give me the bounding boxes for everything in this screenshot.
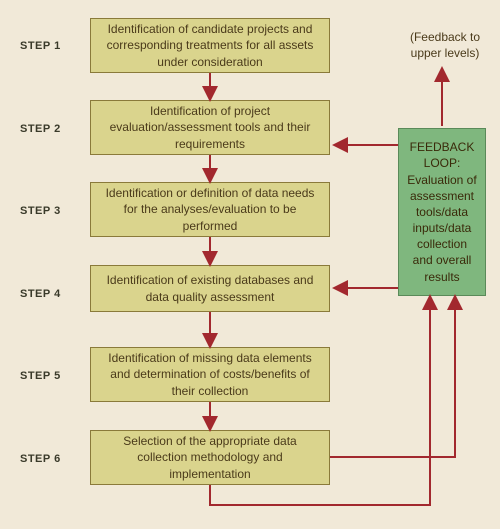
step-2-box: Identification of project evaluation/ass… — [90, 100, 330, 155]
feedback-note: (Feedback to upper levels) — [400, 30, 490, 61]
step-1-box: Identification of candidate projects and… — [90, 18, 330, 73]
step-5-box: Identification of missing data elements … — [90, 347, 330, 402]
flowchart-container: STEP 1 STEP 2 STEP 3 STEP 4 STEP 5 STEP … — [0, 0, 500, 529]
arrow-step6-to-feedback-outer — [330, 300, 455, 457]
step-5-label: STEP 5 — [20, 370, 61, 382]
step-3-box: Identification or definition of data nee… — [90, 182, 330, 237]
step-6-label: STEP 6 — [20, 453, 61, 465]
step-4-box: Identification of existing databases and… — [90, 265, 330, 312]
step-2-label: STEP 2 — [20, 123, 61, 135]
step-4-label: STEP 4 — [20, 288, 61, 300]
step-1-label: STEP 1 — [20, 40, 61, 52]
feedback-loop-box: FEEDBACK LOOP: Evaluation of assessment … — [398, 128, 486, 296]
step-6-box: Selection of the appropriate data collec… — [90, 430, 330, 485]
step-3-label: STEP 3 — [20, 205, 61, 217]
